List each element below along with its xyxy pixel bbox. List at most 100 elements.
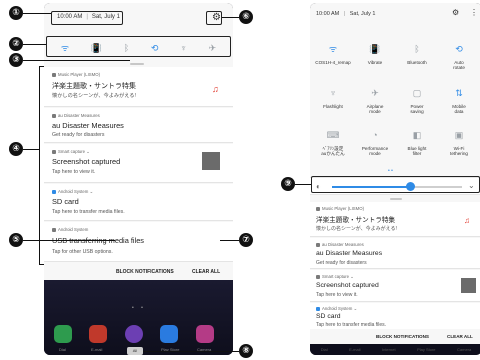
notification-app-label: Music Player (LISMO)	[316, 206, 364, 211]
home-screen: • • Dial E-mail Play Store Camera All	[44, 280, 233, 355]
mobile-data-icon: ⇅	[455, 88, 463, 98]
tile-label: Blue light filter	[407, 146, 427, 157]
bracket-4	[39, 66, 40, 264]
lismo-app-icon: ♫	[464, 216, 470, 225]
internet-icon[interactable]	[125, 325, 143, 343]
tile-wifi[interactable]: ᯤ COS1H-4_remap	[313, 43, 353, 65]
tile-bluetooth[interactable]: ᛒ Bluetooth	[397, 43, 437, 65]
disaster-app-icon	[52, 113, 56, 118]
notification-title: 洋楽主題歌・サントラ特集	[52, 83, 136, 90]
status-separator: |	[343, 11, 346, 17]
leader-3	[23, 60, 130, 61]
wifi-icon: ᯤ	[328, 44, 338, 54]
tile-power-saving[interactable]: ▢ Power saving	[397, 87, 437, 115]
callout-8: ⑧	[239, 344, 253, 358]
bracket-4-top	[39, 66, 44, 67]
notification-disaster[interactable]: au Disaster Measures au Disaster Measure…	[310, 238, 480, 269]
tile-keyboard[interactable]: ⌨ ﾍﾞｱﾘﾝ設定 auかんたん	[313, 129, 353, 157]
notification-subtext: Get ready for disasters	[316, 260, 367, 266]
tile-wifi-tethering[interactable]: ▣ Wi-Fi tethering	[439, 129, 479, 157]
leader-2	[23, 44, 46, 45]
leader-7	[220, 240, 239, 241]
tethering-icon: ▣	[454, 130, 464, 140]
all-apps-button[interactable]: All	[127, 347, 143, 355]
more-options-icon[interactable]: ⋮	[470, 9, 478, 17]
tile-label: Mobile data	[452, 104, 466, 115]
panel-handle[interactable]	[390, 198, 402, 200]
callout-6: ⑥	[239, 10, 253, 24]
tile-blue-light[interactable]: ◧ Blue light filter	[397, 129, 437, 157]
tile-label: Bluetooth	[407, 60, 427, 65]
disaster-app-icon	[316, 242, 320, 247]
tile-performance[interactable]: ◔ Performance mode	[355, 129, 395, 157]
keyboard-icon: ⌨	[326, 130, 340, 140]
notification-music[interactable]: Music Player (LISMO) 洋楽主題歌・サントラ特集 懐かしの名シ…	[310, 202, 480, 237]
notification-app-label: au Disaster Measures	[316, 242, 364, 247]
tile-label: Airplane mode	[366, 104, 384, 115]
notification-app-label: Smart capture ⌄	[316, 274, 354, 280]
notification-sd-card[interactable]: Android System ⌄ SD card Tap here to tra…	[310, 303, 480, 329]
flashlight-icon: ♆	[329, 88, 337, 98]
notification-app-label: Music Player (LISMO)	[52, 72, 100, 77]
tile-flashlight[interactable]: ♆ Flashlight	[313, 87, 353, 109]
notification-subtext: 懐かしの名シーンが、今よみがえる!	[52, 93, 136, 99]
tile-vibrate[interactable]: 📳 Vibrate	[355, 43, 395, 65]
notification-subtext: Tap here to view it.	[316, 292, 358, 298]
notification-subtext: Get ready for disasters	[52, 132, 105, 138]
usb-icon	[52, 227, 56, 232]
page-indicator: • •	[132, 305, 146, 311]
all-apps-label: All	[132, 348, 138, 353]
notification-subtext: 懐かしの名シーンが、今よみがえる!	[316, 226, 397, 232]
notification-title: SD card	[316, 313, 341, 320]
notification-app-label: au Disaster Measures	[52, 113, 100, 118]
android-system-icon	[52, 189, 56, 194]
smart-capture-icon	[52, 149, 56, 154]
clear-all-button[interactable]: CLEAR ALL	[447, 334, 473, 339]
tile-auto-rotate[interactable]: ⟲ Auto rotate	[439, 43, 479, 71]
tile-label: Flashlight	[323, 104, 343, 109]
notification-app-label: Android System ⌄	[52, 189, 93, 195]
camera-icon[interactable]	[196, 325, 214, 343]
notification-action-bar: BLOCK NOTIFICATIONS CLEAR ALL	[310, 329, 480, 344]
callout-9: ⑨	[281, 177, 295, 191]
panel-expand-handle[interactable]	[130, 63, 144, 65]
clear-all-button[interactable]: CLEAR ALL	[192, 269, 220, 275]
highlight-status-box	[51, 11, 123, 25]
highlight-brightness-box	[311, 176, 480, 193]
notification-app-label: Smart capture ⌄	[52, 149, 90, 155]
tile-label: ﾍﾞｱﾘﾝ設定 auかんたん	[321, 146, 345, 157]
email-icon[interactable]	[89, 325, 107, 343]
bluetooth-icon: ᛒ	[414, 44, 420, 54]
notification-subtext: Tap for other USB options.	[52, 249, 113, 255]
notification-screenshot[interactable]: Smart capture ⌄ Screenshot captured Tap …	[310, 270, 480, 302]
dock-label-email: E-mail	[91, 347, 103, 352]
screenshot-thumbnail	[461, 278, 476, 293]
tile-label: COS1H-4_remap	[315, 60, 351, 65]
blue-light-icon: ◧	[412, 130, 422, 140]
notification-sd-card[interactable]: Android System ⌄ SD card Tap here to tra…	[44, 184, 233, 221]
auto-rotate-icon: ⟲	[455, 44, 463, 54]
notification-title: au Disaster Measures	[52, 121, 124, 130]
lismo-app-icon: ♫	[212, 84, 219, 94]
screenshot-thumbnail	[202, 152, 220, 170]
tile-label: Performance mode	[361, 146, 389, 157]
notification-usb[interactable]: Android System USB transferring media fi…	[44, 222, 233, 262]
callout-7: ⑦	[239, 233, 253, 247]
notification-screenshot[interactable]: Smart capture ⌄ Screenshot captured Tap …	[44, 144, 233, 183]
play-store-icon[interactable]	[160, 325, 178, 343]
settings-gear-icon[interactable]: ⚙	[452, 9, 459, 17]
dial-icon[interactable]	[54, 325, 72, 343]
dock-label-camera: Camera	[457, 347, 472, 352]
tile-airplane[interactable]: ✈ Airplane mode	[355, 87, 395, 115]
notification-disaster[interactable]: au Disaster Measures au Disaster Measure…	[44, 108, 233, 143]
vibrate-icon: 📳	[369, 44, 381, 54]
tile-mobile-data[interactable]: ⇅ Mobile data	[439, 87, 479, 115]
callout-3: ③	[9, 53, 23, 67]
block-notifications-button[interactable]: BLOCK NOTIFICATIONS	[376, 334, 429, 339]
manual-illustration: 10:00 AM | Sat, July 1 ⚙ ᯤ 📳 ᛒ ⟲ ♆ ✈ Mus…	[0, 0, 480, 360]
leader-8	[143, 351, 239, 352]
leader-5	[23, 240, 115, 241]
callout-1: ①	[9, 6, 23, 20]
block-notifications-button[interactable]: BLOCK NOTIFICATIONS	[116, 269, 174, 275]
notification-music[interactable]: Music Player (LISMO) 洋楽主題歌・サントラ特集 懐かしの名シ…	[44, 67, 233, 107]
